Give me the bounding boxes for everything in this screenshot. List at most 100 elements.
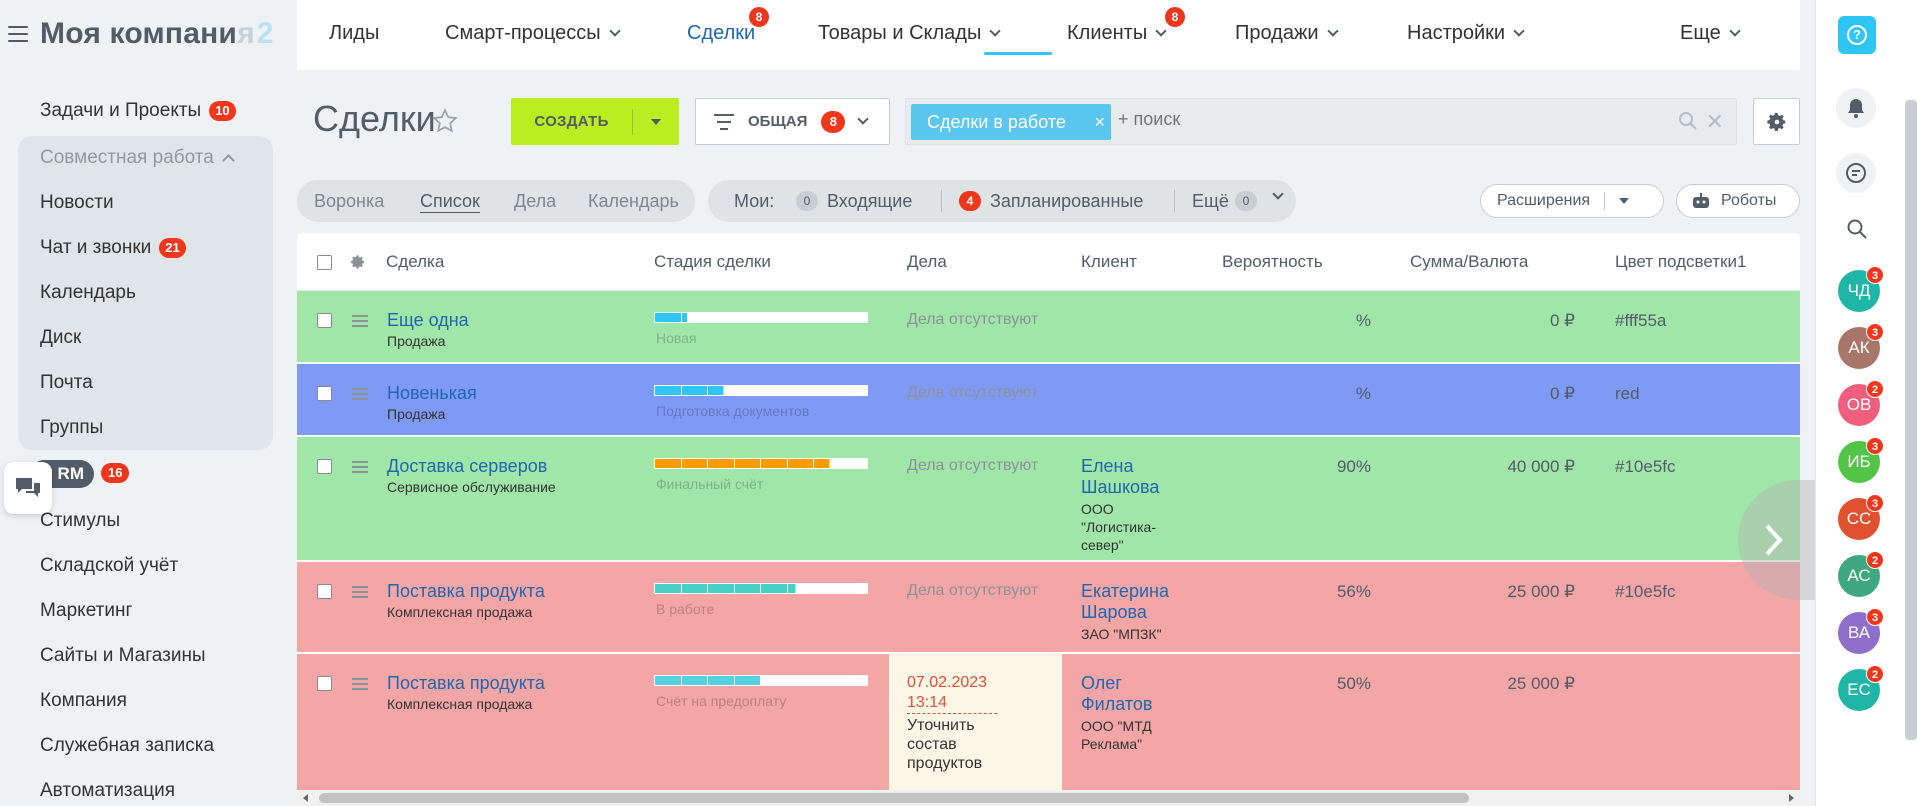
tab-activities[interactable]: Дела	[514, 191, 556, 212]
nav-leads[interactable]: Лиды	[329, 22, 379, 45]
stage-segment[interactable]	[708, 676, 735, 685]
nav-products[interactable]: Товары и Склады	[818, 22, 1002, 45]
row-checkbox[interactable]	[317, 313, 332, 328]
row-checkbox[interactable]	[317, 584, 332, 599]
column-header-deal[interactable]: Сделка	[386, 252, 444, 272]
stage-segment[interactable]	[681, 459, 708, 468]
help-button[interactable]: ?	[1838, 16, 1876, 54]
client-contact-link[interactable]: Елена Шашкова	[1081, 456, 1171, 498]
deal-title-link[interactable]: Поставка продукта	[387, 581, 545, 602]
stage-segment[interactable]	[814, 459, 841, 468]
column-header-probability[interactable]: Вероятность	[1222, 252, 1323, 272]
stage-segment[interactable]	[814, 584, 841, 593]
stage-progress-bar[interactable]	[654, 458, 868, 469]
drag-handle-icon[interactable]	[352, 586, 368, 598]
stage-progress-bar[interactable]	[654, 675, 868, 686]
tab-kanban[interactable]: Воронка	[314, 191, 384, 212]
sidebar-item-calendar[interactable]: Календарь	[40, 282, 136, 304]
column-header-color[interactable]: Цвет подсветки1	[1615, 252, 1746, 272]
table-row[interactable]: Еще одна Продажа Новая Дела отсутствуют …	[297, 291, 1800, 364]
stage-segment[interactable]	[761, 584, 788, 593]
contact-avatar[interactable]: ВА 3	[1838, 608, 1884, 654]
remove-tag-icon[interactable]: ×	[1094, 112, 1105, 133]
more-counters[interactable]: Ещё	[1192, 191, 1229, 212]
stage-segment[interactable]	[840, 584, 867, 593]
sidebar-item-automation[interactable]: Автоматизация	[40, 780, 175, 802]
contact-avatar[interactable]: СС 3	[1838, 494, 1884, 540]
deal-title-link[interactable]: Поставка продукта	[387, 673, 545, 694]
column-header-stage[interactable]: Стадия сделки	[654, 252, 771, 272]
sidebar-item-warehouse[interactable]: Складской учёт	[40, 555, 178, 577]
stage-segment[interactable]	[814, 386, 841, 395]
stage-segment[interactable]	[787, 313, 814, 322]
contact-avatar[interactable]: ЧД 3	[1838, 266, 1884, 312]
sidebar-item-company[interactable]: Компания	[40, 690, 127, 712]
settings-gear-button[interactable]	[1753, 98, 1800, 145]
table-row[interactable]: Поставка продукта Комплексная продажа В …	[297, 562, 1800, 654]
row-checkbox[interactable]	[317, 459, 332, 474]
stage-segment[interactable]	[840, 459, 867, 468]
stage-segment[interactable]	[681, 313, 708, 322]
stage-segment[interactable]	[787, 676, 814, 685]
stage-segment[interactable]	[708, 584, 735, 593]
stage-segment[interactable]	[814, 676, 841, 685]
rightbar-scrollbar[interactable]	[1905, 100, 1917, 740]
nav-settings[interactable]: Настройки	[1407, 22, 1525, 45]
tab-list[interactable]: Список	[420, 191, 480, 213]
drag-handle-icon[interactable]	[352, 388, 368, 400]
stage-segment[interactable]	[734, 313, 761, 322]
clear-search-icon[interactable]: ✕	[1706, 109, 1724, 135]
stage-segment[interactable]	[761, 676, 788, 685]
drag-handle-icon[interactable]	[352, 315, 368, 327]
stage-segment[interactable]	[734, 676, 761, 685]
sidebar-item-groups[interactable]: Группы	[40, 417, 103, 439]
deal-title-link[interactable]: Доставка серверов	[387, 456, 547, 477]
create-button[interactable]: СОЗДАТЬ	[511, 98, 679, 145]
incoming-counter[interactable]: Входящие	[827, 191, 912, 212]
stage-segment[interactable]	[814, 313, 841, 322]
scroll-right-arrow-icon[interactable]	[1789, 794, 1794, 802]
column-header-client[interactable]: Клиент	[1081, 252, 1137, 272]
contact-avatar[interactable]: ЕС 2	[1838, 665, 1884, 711]
search-input[interactable]	[1118, 109, 1618, 130]
table-row[interactable]: Новенькая Продажа Подготовка документов …	[297, 364, 1800, 437]
activity-deadline[interactable]: 07.02.2023 13:14	[907, 673, 997, 714]
client-contact-link[interactable]: Екатерина Шарова	[1081, 581, 1181, 623]
sidebar-item-mail[interactable]: Почта	[40, 372, 93, 394]
table-row[interactable]: Поставка продукта Комплексная продажа Сч…	[297, 654, 1800, 806]
drag-handle-icon[interactable]	[352, 678, 368, 690]
stage-segment[interactable]	[734, 386, 761, 395]
activity-cell[interactable]: 07.02.2023 13:14 Уточнить состав продукт…	[889, 654, 1062, 806]
extensions-button[interactable]: Расширения	[1480, 184, 1664, 218]
stage-segment[interactable]	[681, 386, 708, 395]
sidebar-item-tasks[interactable]: Задачи и Проекты 10	[40, 100, 236, 122]
stage-segment[interactable]	[681, 676, 708, 685]
filter-preset-button[interactable]: ОБЩАЯ 8	[695, 98, 890, 145]
stage-progress-bar[interactable]	[654, 312, 868, 323]
stage-segment[interactable]	[655, 676, 682, 685]
row-checkbox[interactable]	[317, 676, 332, 691]
stage-segment[interactable]	[655, 584, 682, 593]
search-icon[interactable]	[1846, 218, 1868, 245]
stage-progress-bar[interactable]	[654, 385, 868, 396]
scrollbar-thumb[interactable]	[319, 793, 1469, 803]
stage-segment[interactable]	[840, 676, 867, 685]
contact-avatar[interactable]: АК 3	[1838, 323, 1884, 369]
sidebar-item-news[interactable]: Новости	[40, 192, 114, 214]
stage-segment[interactable]	[708, 459, 735, 468]
sidebar-item-marketing[interactable]: Маркетинг	[40, 600, 132, 622]
search-box[interactable]: Сделки в работе × ✕	[905, 98, 1737, 145]
stage-segment[interactable]	[734, 459, 761, 468]
stage-segment[interactable]	[708, 313, 735, 322]
select-all-checkbox[interactable]	[317, 255, 332, 270]
stage-segment[interactable]	[761, 386, 788, 395]
sidebar-group-collab[interactable]: Совместная работа	[40, 147, 235, 169]
star-icon[interactable]	[432, 108, 458, 139]
deal-title-link[interactable]: Новенькая	[387, 383, 477, 404]
stage-segment[interactable]	[787, 459, 814, 468]
nav-more[interactable]: Еще	[1680, 22, 1741, 45]
messenger-button[interactable]	[1836, 153, 1876, 193]
column-header-sum[interactable]: Сумма/Валюта	[1410, 252, 1528, 272]
horizontal-scrollbar[interactable]	[297, 790, 1800, 806]
stage-segment[interactable]	[655, 386, 682, 395]
